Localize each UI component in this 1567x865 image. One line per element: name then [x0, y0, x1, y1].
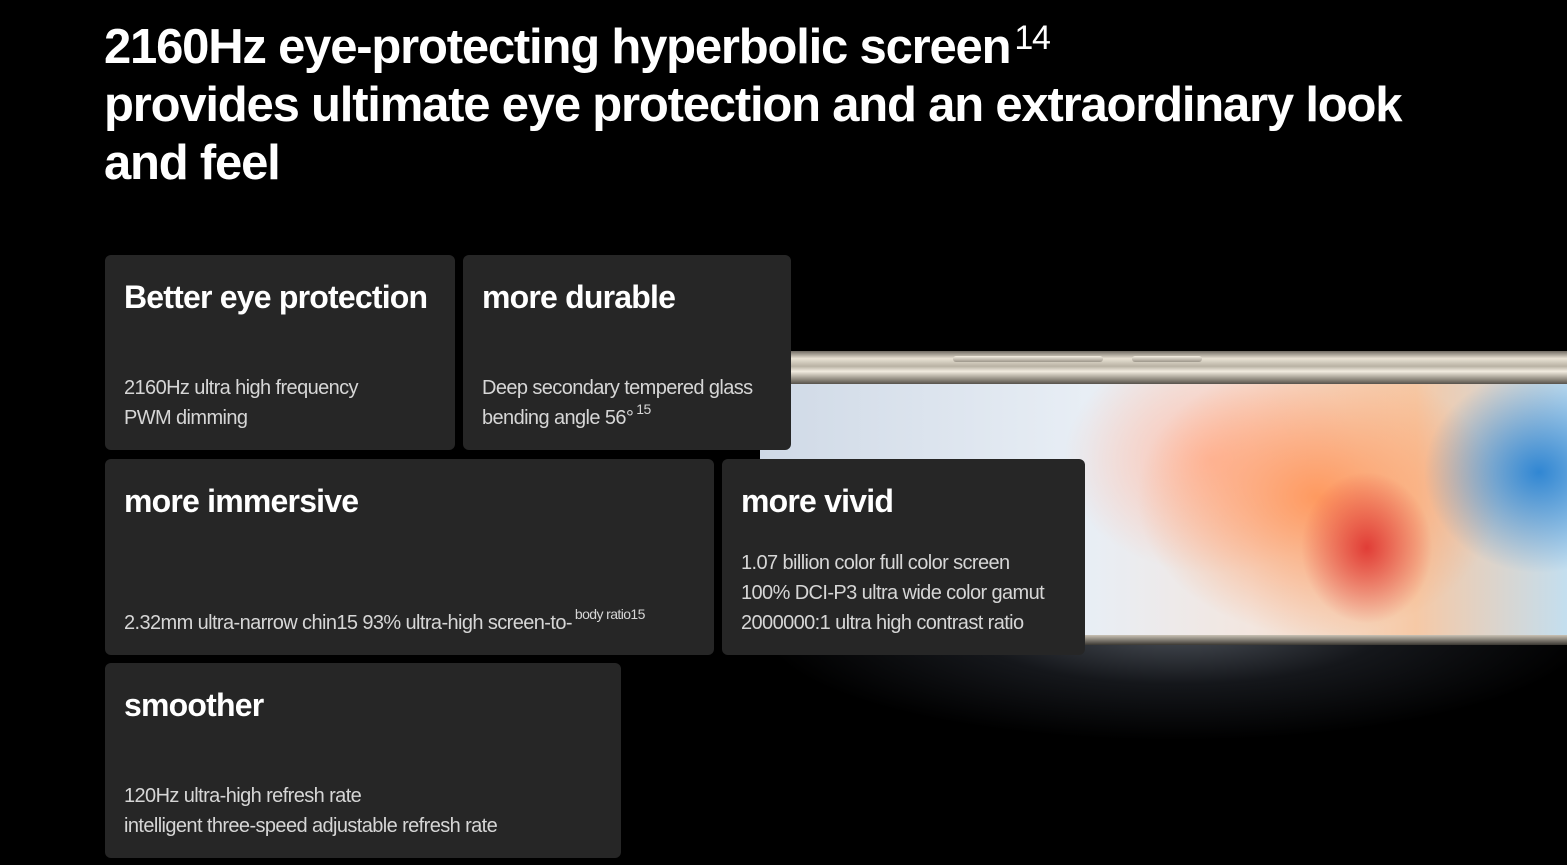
card-description: 2.32mm ultra-narrow chin15 93% ultra-hig…	[124, 606, 645, 638]
card-description-text: 2.32mm ultra-narrow chin15 93% ultra-hig…	[124, 612, 573, 634]
card-description-line: 120Hz ultra-high refresh rate	[124, 785, 362, 807]
card-description-line: Deep secondary tempered glass	[482, 377, 753, 399]
headline-line-3: and feel	[104, 136, 281, 190]
card-description-line: intelligent three-speed adjustable refre…	[124, 815, 498, 837]
card-title: smoother	[124, 687, 264, 723]
footnote-15[interactable]: 15	[636, 401, 651, 417]
feature-card-eye-protection: Better eye protection 2160Hz ultra high …	[105, 255, 455, 450]
card-description-line: 2160Hz ultra high frequency	[124, 377, 359, 399]
page-headline: 2160Hz eye-protecting hyperbolic screen 1…	[104, 18, 1404, 192]
card-title: more immersive	[124, 483, 359, 519]
card-description-line: 1.07 billion color full color screen	[741, 552, 1010, 574]
card-description: 120Hz ultra-high refresh rate intelligen…	[124, 781, 498, 841]
volume-button	[953, 356, 1103, 362]
footnote-body-ratio[interactable]: body ratio15	[575, 606, 645, 622]
headline-line-1: 2160Hz eye-protecting hyperbolic screen 1…	[104, 18, 1404, 76]
feature-card-vivid: more vivid 1.07 billion color full color…	[722, 459, 1085, 655]
feature-card-immersive: more immersive 2.32mm ultra-narrow chin1…	[105, 459, 714, 655]
card-description-line: 100% DCI-P3 ultra wide color gamut	[741, 582, 1045, 604]
card-description-line: 2000000:1 ultra high contrast ratio	[741, 612, 1024, 634]
feature-card-durable: more durable Deep secondary tempered gla…	[463, 255, 791, 450]
feature-card-smoother: smoother 120Hz ultra-high refresh rate i…	[105, 663, 621, 858]
card-description: Deep secondary tempered glass bending an…	[482, 373, 753, 433]
card-description-line: PWM dimming	[124, 407, 248, 429]
headline-line-2: provides ultimate eye protection and an …	[104, 78, 1403, 132]
card-title: Better eye protection	[124, 279, 428, 315]
card-description-line: bending angle 56° 15	[482, 401, 753, 433]
card-description-text: bending angle 56°	[482, 407, 634, 429]
power-button	[1132, 356, 1202, 362]
card-title: more durable	[482, 279, 676, 315]
card-description-line: 2.32mm ultra-narrow chin15 93% ultra-hig…	[124, 606, 645, 638]
footnote-14[interactable]: 14	[1014, 19, 1051, 57]
card-description: 1.07 billion color full color screen 100…	[741, 548, 1045, 638]
headline-line-1-text: 2160Hz eye-protecting hyperbolic screen	[104, 20, 1012, 74]
card-title: more vivid	[741, 483, 894, 519]
card-description: 2160Hz ultra high frequency PWM dimming	[124, 373, 359, 433]
